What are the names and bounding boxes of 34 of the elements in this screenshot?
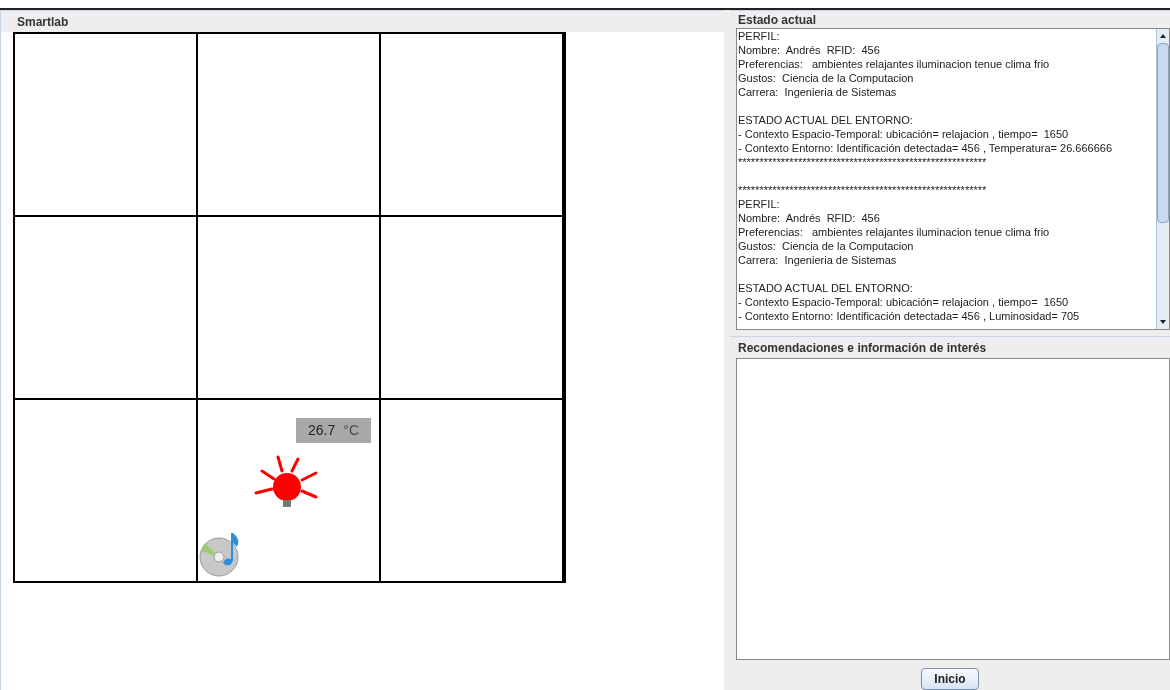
room-cell[interactable]	[15, 217, 196, 398]
status-line: **********************************************************	[738, 155, 988, 169]
status-line: - Contexto Entorno: Identificación detectada= 456 , Luminosidad= 705	[738, 309, 1081, 323]
status-line: PERFIL:	[738, 197, 781, 211]
room-cell[interactable]	[381, 34, 562, 215]
room-cell[interactable]	[381, 400, 562, 581]
status-line: Nombre: Andrés RFID: 456	[738, 43, 881, 57]
status-line: Nombre: Andrés RFID: 456	[738, 211, 881, 225]
status-line: Preferencias: ambientes relajantes iluminacion tenue clima frio	[738, 225, 1051, 239]
status-line: **********************************************************	[738, 183, 988, 197]
room-cell[interactable]	[198, 217, 379, 398]
status-line: Carrera: Ingenieria de Sistemas	[738, 85, 898, 99]
temperature-label: 26.7 °C	[296, 418, 371, 443]
scrollbar[interactable]	[1156, 29, 1169, 329]
panel-title: Smartlab	[15, 15, 71, 28]
status-line: Carrera: Ingenieria de Sistemas	[738, 253, 898, 267]
status-line: Gustos: Ciencia de la Computacion	[738, 71, 915, 85]
recommendations-text-area[interactable]	[736, 358, 1170, 660]
panel-title: Estado actual	[736, 13, 819, 26]
room-cell[interactable]	[15, 400, 196, 581]
status-line: ESTADO ACTUAL DEL ENTORNO:	[738, 113, 914, 127]
status-line: Preferencias: ambientes relajantes iluminacion tenue clima frio	[738, 57, 1051, 71]
room-cell[interactable]: 26.7 °C	[198, 400, 379, 581]
status-line: Gustos: Ciencia de la Computacion	[738, 239, 915, 253]
room-cell[interactable]	[15, 34, 196, 215]
panel-title: Recomendaciones e información de interés	[736, 341, 989, 354]
status-line: ESTADO ACTUAL DEL ENTORNO:	[738, 281, 914, 295]
status-line: - Contexto Espacio-Temporal: ubicación= relajacion , tiempo= 1650	[738, 127, 1070, 141]
room-cell[interactable]	[381, 217, 562, 398]
status-line: - Contexto Entorno: Identificación detectada= 456 , Temperatura= 26.666666	[738, 141, 1114, 155]
start-button[interactable]: Inicio	[921, 668, 979, 690]
status-line: PERFIL:	[738, 29, 781, 43]
room-cell[interactable]	[198, 34, 379, 215]
status-line: - Contexto Espacio-Temporal: ubicación= relajacion , tiempo= 1650	[738, 295, 1070, 309]
